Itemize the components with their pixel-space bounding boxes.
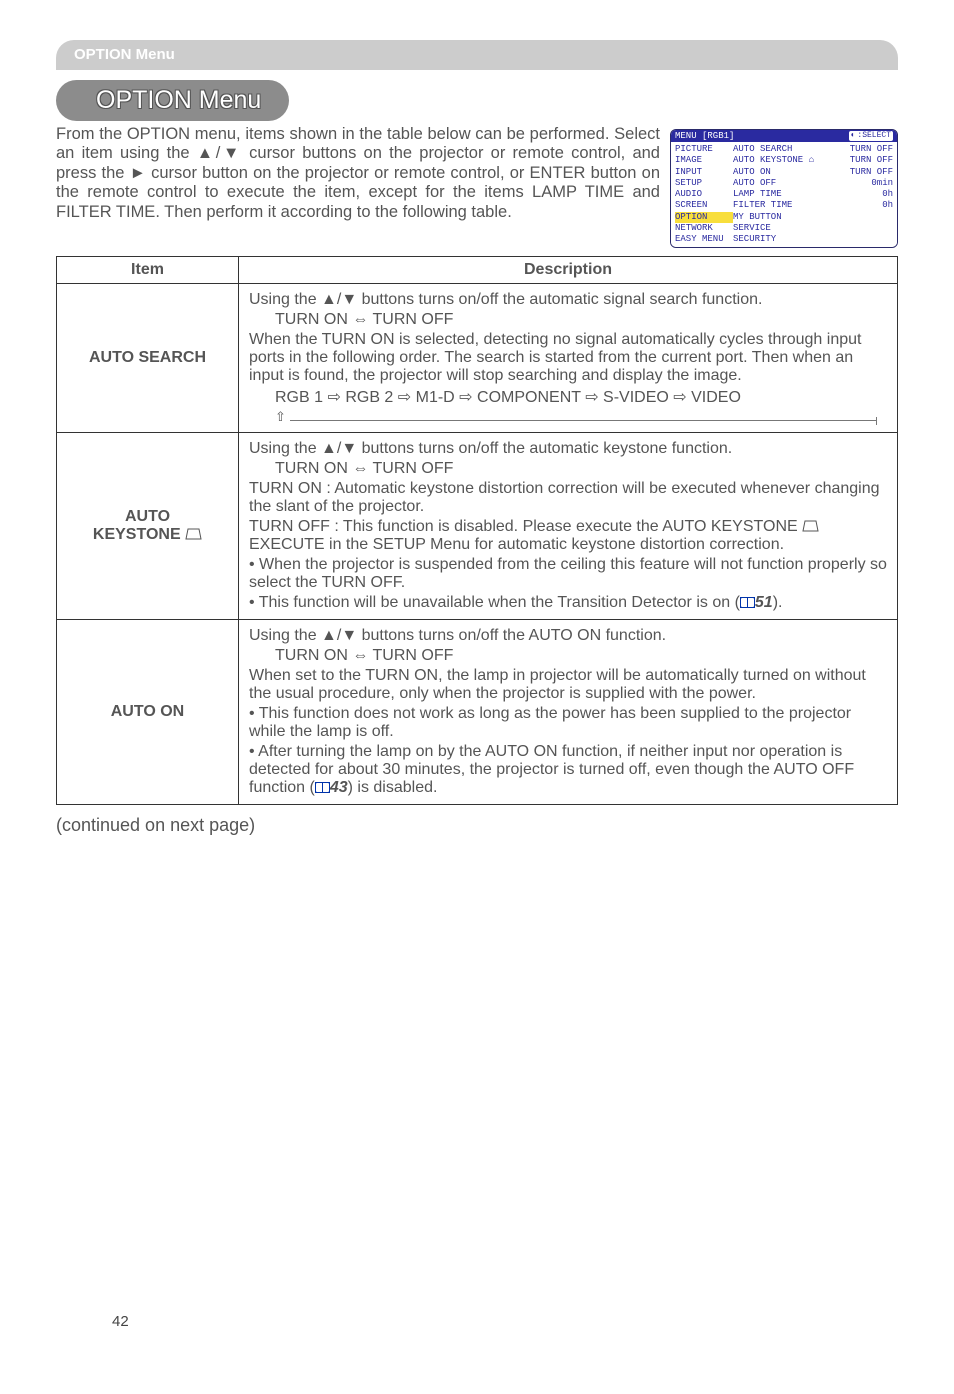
desc-line1: Using the ▲/▼ buttons turns on/off the a… (249, 440, 887, 458)
table-row: AUTOKEYSTONE Using the ▲/▼ buttons turns… (57, 433, 898, 620)
book-icon (740, 597, 755, 608)
desc-toggle: TURN ON ⇔ TURN OFF (249, 311, 887, 329)
desc-b2: • This function will be unavailable when… (249, 594, 887, 612)
desc-cell: Using the ▲/▼ buttons turns on/off the a… (239, 433, 898, 620)
menu-header-select: :SELECT (849, 131, 893, 141)
desc-body: When the TURN ON is selected, detecting … (249, 331, 887, 385)
desc-p1: TURN ON : Automatic keystone distortion … (249, 480, 887, 516)
page-title: OPTION Menu (56, 80, 289, 121)
menu-left-column: PICTUREIMAGEINPUTSETUPAUDIOSCREENOPTIONN… (671, 142, 733, 247)
menu-left-item: IMAGE (675, 155, 733, 166)
keystone-icon (802, 520, 819, 532)
desc-chain: RGB 1 ⇨ RGB 2 ⇨ M1-D ⇨ COMPONENT ⇨ S-VID… (249, 387, 887, 407)
title-container: OPTION Menu (56, 80, 898, 121)
table-row: AUTO SEARCH Using the ▲/▼ buttons turns o… (57, 284, 898, 433)
item-cell: AUTOKEYSTONE (57, 433, 239, 620)
item-cell: AUTO SEARCH (57, 284, 239, 433)
menu-right-row: SERVICE (733, 223, 893, 234)
desc-toggle: TURN ON ⇔ TURN OFF (249, 647, 887, 665)
desc-line1: Using the ▲/▼ buttons turns on/off the A… (249, 627, 887, 645)
menu-right-row: MY BUTTON (733, 212, 893, 223)
menu-right-row: AUTO ONTURN OFF (733, 167, 893, 178)
menu-right-row: LAMP TIME0h (733, 189, 893, 200)
section-bar: OPTION Menu (56, 40, 898, 70)
menu-left-item: EASY MENU (675, 234, 733, 245)
menu-left-item: PICTURE (675, 144, 733, 155)
menu-left-item: OPTION (675, 212, 733, 223)
page-number: 42 (112, 1313, 129, 1330)
table-row: AUTO ON Using the ▲/▼ buttons turns on/of… (57, 620, 898, 805)
desc-line1: Using the ▲/▼ buttons turns on/off the a… (249, 291, 887, 309)
menu-header-left: MENU [RGB1] (675, 131, 734, 141)
book-icon (315, 782, 330, 793)
desc-b2: • After turning the lamp on by the AUTO … (249, 743, 887, 797)
desc-b1: • When the projector is suspended from t… (249, 556, 887, 592)
desc-p2: TURN OFF : This function is disabled. Pl… (249, 518, 887, 554)
intro-text: From the OPTION menu, items shown in the… (56, 125, 660, 222)
desc-b1: • This function does not work as long as… (249, 705, 887, 741)
desc-cell: Using the ▲/▼ buttons turns on/off the A… (239, 620, 898, 805)
section-bar-text: OPTION Menu (74, 46, 175, 63)
menu-left-item: SETUP (675, 178, 733, 189)
arrow-bar: ⇧ (249, 409, 887, 427)
menu-right-row: FILTER TIME0h (733, 200, 893, 211)
menu-right-row: SECURITY (733, 234, 893, 245)
th-desc: Description (239, 257, 898, 284)
menu-left-item: INPUT (675, 167, 733, 178)
desc-p1: When set to the TURN ON, the lamp in pro… (249, 667, 887, 703)
menu-left-item: SCREEN (675, 200, 733, 211)
menu-left-item: NETWORK (675, 223, 733, 234)
menu-right-row: AUTO OFF0min (733, 178, 893, 189)
menu-left-item: AUDIO (675, 189, 733, 200)
continued-text: (continued on next page) (56, 815, 898, 836)
th-item: Item (57, 257, 239, 284)
arrow-up-icon: ⇧ (275, 409, 286, 425)
desc-cell: Using the ▲/▼ buttons turns on/off the a… (239, 284, 898, 433)
menu-screenshot: MENU [RGB1] :SELECT PICTUREIMAGEINPUTSET… (670, 129, 898, 248)
desc-toggle: TURN ON ⇔ TURN OFF (249, 460, 887, 478)
menu-screenshot-header: MENU [RGB1] :SELECT (671, 130, 897, 142)
menu-right-row: AUTO KEYSTONE ⌂TURN OFF (733, 155, 893, 166)
item-cell: AUTO ON (57, 620, 239, 805)
menu-right-column: AUTO SEARCHTURN OFFAUTO KEYSTONE ⌂TURN O… (733, 142, 897, 247)
keystone-icon (185, 528, 202, 540)
options-table: Item Description AUTO SEARCH Using the ▲/… (56, 256, 898, 805)
menu-right-row: AUTO SEARCHTURN OFF (733, 144, 893, 155)
